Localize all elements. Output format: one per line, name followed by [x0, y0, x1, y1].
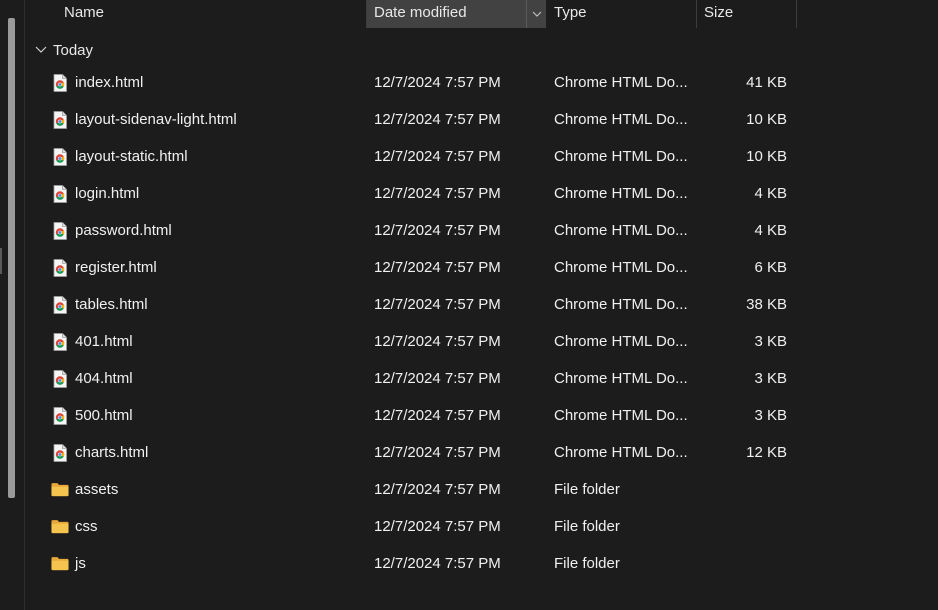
file-type: Chrome HTML Do... [554, 444, 688, 461]
file-name: charts.html [75, 444, 149, 461]
group-label: Today [53, 41, 94, 59]
file-size: 3 KB [754, 370, 787, 387]
file-date-modified: 12/7/2024 7:57 PM [374, 370, 501, 387]
file-date-modified: 12/7/2024 7:57 PM [374, 555, 501, 572]
chrome-html-file-icon [51, 360, 69, 397]
file-size: 41 KB [746, 74, 787, 91]
file-name: password.html [75, 222, 172, 239]
file-size: 3 KB [754, 407, 787, 424]
file-type: Chrome HTML Do... [554, 74, 688, 91]
chrome-html-file-icon [51, 397, 69, 434]
file-name: tables.html [75, 296, 148, 313]
file-row[interactable]: index.html 12/7/2024 7:57 PM Chrome HTML D… [25, 64, 938, 101]
folder-icon [51, 471, 69, 508]
column-header-row: Name Date modified Type Size [25, 0, 938, 28]
folder-icon [51, 545, 69, 582]
file-row[interactable]: password.html 12/7/2024 7:57 PM Chrome HTM… [25, 212, 938, 249]
column-filter-dropdown[interactable] [526, 0, 546, 28]
file-row[interactable]: charts.html 12/7/2024 7:57 PM Chrome HTML … [25, 434, 938, 471]
file-date-modified: 12/7/2024 7:57 PM [374, 518, 501, 535]
file-date-modified: 12/7/2024 7:57 PM [374, 111, 501, 128]
column-header-size[interactable]: Size [696, 0, 796, 28]
file-type: File folder [554, 555, 620, 572]
file-row[interactable]: tables.html 12/7/2024 7:57 PM Chrome HTML … [25, 286, 938, 323]
file-date-modified: 12/7/2024 7:57 PM [374, 407, 501, 424]
file-type: File folder [554, 518, 620, 535]
file-type: Chrome HTML Do... [554, 259, 688, 276]
file-type: Chrome HTML Do... [554, 148, 688, 165]
file-type: Chrome HTML Do... [554, 296, 688, 313]
column-separator[interactable] [796, 0, 797, 28]
column-header-date-modified[interactable]: Date modified [366, 0, 546, 28]
file-row[interactable]: register.html 12/7/2024 7:57 PM Chrome HTM… [25, 249, 938, 286]
file-date-modified: 12/7/2024 7:57 PM [374, 296, 501, 313]
file-size: 3 KB [754, 333, 787, 350]
file-size: 10 KB [746, 111, 787, 128]
file-name: layout-static.html [75, 148, 188, 165]
file-size: 4 KB [754, 185, 787, 202]
file-name: layout-sidenav-light.html [75, 111, 237, 128]
chevron-down-icon[interactable] [35, 44, 47, 56]
chrome-html-file-icon [51, 323, 69, 360]
group-header-today[interactable]: Today [25, 38, 93, 62]
chrome-html-file-icon [51, 434, 69, 471]
pane-edge-marker [0, 248, 2, 274]
file-date-modified: 12/7/2024 7:57 PM [374, 222, 501, 239]
file-row[interactable]: 500.html 12/7/2024 7:57 PM Chrome HTML Do.… [25, 397, 938, 434]
file-size: 10 KB [746, 148, 787, 165]
file-name: css [75, 518, 98, 535]
file-type: Chrome HTML Do... [554, 222, 688, 239]
file-row[interactable]: css 12/7/2024 7:57 PM File folder [25, 508, 938, 545]
file-name: index.html [75, 74, 144, 91]
file-type: Chrome HTML Do... [554, 370, 688, 387]
column-header-type[interactable]: Type [546, 0, 696, 28]
file-date-modified: 12/7/2024 7:57 PM [374, 444, 501, 461]
file-size: 4 KB [754, 222, 787, 239]
file-name: login.html [75, 185, 140, 202]
file-name: 401.html [75, 333, 133, 350]
file-row[interactable]: login.html 12/7/2024 7:57 PM Chrome HTML D… [25, 175, 938, 212]
file-date-modified: 12/7/2024 7:57 PM [374, 148, 501, 165]
file-size: 6 KB [754, 259, 787, 276]
file-type: File folder [554, 481, 620, 498]
chevron-down-icon [532, 11, 541, 17]
file-date-modified: 12/7/2024 7:57 PM [374, 185, 501, 202]
file-type: Chrome HTML Do... [554, 407, 688, 424]
file-size: 38 KB [746, 296, 787, 313]
file-row[interactable]: layout-static.html 12/7/2024 7:57 PM Chrom… [25, 138, 938, 175]
file-date-modified: 12/7/2024 7:57 PM [374, 481, 501, 498]
chrome-html-file-icon [51, 175, 69, 212]
file-row[interactable]: js 12/7/2024 7:57 PM File folder [25, 545, 938, 582]
chrome-html-file-icon [51, 249, 69, 286]
column-header-name[interactable]: Name [56, 0, 391, 28]
chrome-html-file-icon [51, 101, 69, 138]
file-name: 404.html [75, 370, 133, 387]
file-explorer: Name Date modified Type Size Today index… [0, 0, 938, 610]
file-date-modified: 12/7/2024 7:57 PM [374, 333, 501, 350]
file-type: Chrome HTML Do... [554, 185, 688, 202]
file-row[interactable]: 404.html 12/7/2024 7:57 PM Chrome HTML Do.… [25, 360, 938, 397]
file-name: register.html [75, 259, 157, 276]
navigation-pane-scrollbar[interactable] [8, 18, 15, 498]
column-separator[interactable] [366, 0, 367, 28]
file-type: Chrome HTML Do... [554, 111, 688, 128]
file-row[interactable]: layout-sidenav-light.html 12/7/2024 7:57 … [25, 101, 938, 138]
folder-icon [51, 508, 69, 545]
file-name: 500.html [75, 407, 133, 424]
file-size: 12 KB [746, 444, 787, 461]
file-list: index.html 12/7/2024 7:57 PM Chrome HTML D… [25, 64, 938, 582]
file-date-modified: 12/7/2024 7:57 PM [374, 259, 501, 276]
chrome-html-file-icon [51, 138, 69, 175]
file-row[interactable]: 401.html 12/7/2024 7:57 PM Chrome HTML Do.… [25, 323, 938, 360]
chrome-html-file-icon [51, 286, 69, 323]
file-type: Chrome HTML Do... [554, 333, 688, 350]
chrome-html-file-icon [51, 64, 69, 101]
file-row[interactable]: assets 12/7/2024 7:57 PM File folder [25, 471, 938, 508]
chrome-html-file-icon [51, 212, 69, 249]
file-date-modified: 12/7/2024 7:57 PM [374, 74, 501, 91]
file-name: js [75, 555, 86, 572]
file-name: assets [75, 481, 119, 498]
column-separator[interactable] [696, 0, 697, 28]
